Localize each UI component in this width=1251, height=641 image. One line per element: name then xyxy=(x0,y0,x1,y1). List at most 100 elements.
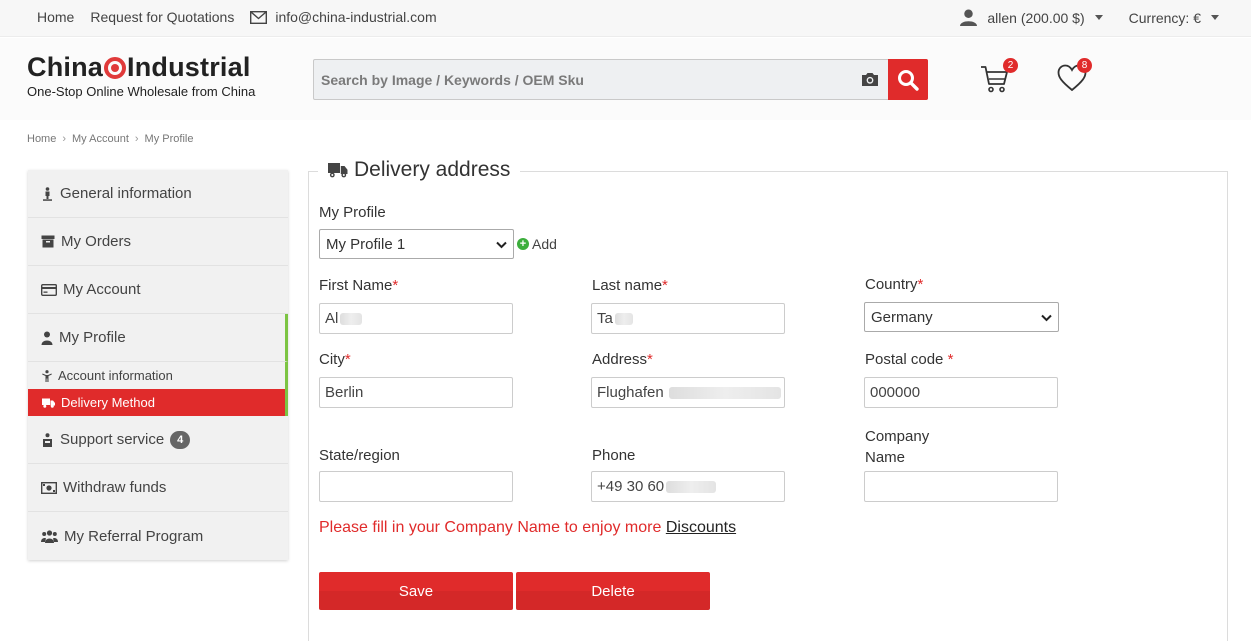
sidebar-item-label: My Profile xyxy=(59,329,126,346)
logo-tagline: One-Stop Online Wholesale from China xyxy=(27,84,256,99)
chevron-right-icon: › xyxy=(134,133,139,145)
city-input[interactable]: Berlin xyxy=(319,377,513,408)
archive-box-icon xyxy=(41,235,55,248)
account-sidebar: General information My Orders My Account… xyxy=(28,170,288,560)
country-select[interactable]: Germany xyxy=(864,302,1059,332)
company-name-label: Company Name xyxy=(865,428,930,466)
cart-button[interactable]: 2 xyxy=(980,58,1018,99)
camera-icon[interactable] xyxy=(861,72,879,87)
postal-code-input[interactable]: 000000 xyxy=(864,377,1058,408)
delivery-address-title: Delivery address xyxy=(354,158,511,181)
banknote-icon xyxy=(41,481,57,494)
search-bar: Search by Image / Keywords / OEM Sku xyxy=(313,59,928,100)
phone-label: Phone xyxy=(592,447,636,464)
breadcrumb-my-account[interactable]: My Account xyxy=(72,133,129,145)
lifebuoy-person-icon xyxy=(43,432,52,447)
header: China Industrial One-Stop Online Wholesa… xyxy=(0,38,1251,120)
sidebar-item-general-information[interactable]: General information xyxy=(28,170,288,218)
person-standing-icon xyxy=(43,186,52,201)
logo-text-left: China xyxy=(27,52,104,82)
breadcrumb-my-profile[interactable]: My Profile xyxy=(145,133,194,145)
discounts-link[interactable]: Discounts xyxy=(666,519,736,536)
phone-input[interactable]: +49 30 60 xyxy=(591,471,785,502)
first-name-input[interactable]: Al xyxy=(319,303,513,334)
sidebar-item-support-service[interactable]: Support service 4 xyxy=(28,416,288,464)
user-icon xyxy=(960,9,978,26)
sidebar-item-my-profile[interactable]: My Profile xyxy=(28,314,288,362)
redacted-text xyxy=(666,480,717,493)
profile-label: My Profile xyxy=(319,204,386,221)
user-menu-label: allen (200.00 $) xyxy=(987,9,1085,26)
add-profile-button[interactable]: + Add xyxy=(517,236,557,252)
country-select-value: Germany xyxy=(871,308,933,326)
person-arms-icon xyxy=(42,369,52,382)
currency-menu[interactable]: Currency: € xyxy=(1129,10,1219,26)
top-email[interactable]: info@china-industrial.com xyxy=(250,9,452,25)
address-label: Address* xyxy=(592,351,653,368)
sidebar-item-my-account[interactable]: My Account xyxy=(28,266,288,314)
redacted-text xyxy=(340,312,363,325)
sidebar-item-label: Support service xyxy=(60,431,165,448)
country-label: Country* xyxy=(865,276,924,293)
address-input[interactable]: Flughafen xyxy=(591,377,785,408)
truck-icon xyxy=(328,163,348,178)
plus-circle-icon: + xyxy=(517,238,529,250)
caret-down-icon xyxy=(1094,15,1103,20)
top-email-text: info@china-industrial.com xyxy=(275,9,437,25)
delete-button[interactable]: Delete xyxy=(516,572,710,610)
truck-icon xyxy=(42,398,55,408)
sidebar-subitem-delivery-method[interactable]: Delivery Method xyxy=(28,389,288,416)
caret-down-icon xyxy=(1211,15,1219,20)
search-input[interactable]: Search by Image / Keywords / OEM Sku xyxy=(321,72,861,88)
top-link-home[interactable]: Home xyxy=(37,9,74,25)
chevron-right-icon: › xyxy=(62,133,67,145)
redacted-text xyxy=(614,312,633,325)
last-name-input[interactable]: Ta xyxy=(591,303,785,334)
chevron-down-icon xyxy=(1041,314,1052,322)
envelope-icon xyxy=(250,10,268,24)
add-profile-label: Add xyxy=(532,236,557,252)
user-icon xyxy=(41,331,53,345)
company-discount-notice: Please fill in your Company Name to enjo… xyxy=(319,519,737,536)
wishlist-button[interactable]: 8 xyxy=(1057,58,1092,97)
redacted-text xyxy=(668,386,781,399)
search-icon xyxy=(898,69,919,91)
sidebar-subitem-account-information[interactable]: Account information xyxy=(28,362,288,389)
search-button[interactable] xyxy=(888,59,928,100)
cart-count-badge: 2 xyxy=(1003,58,1018,73)
sidebar-item-withdraw-funds[interactable]: Withdraw funds xyxy=(28,464,288,512)
top-link-quotations[interactable]: Request for Quotations xyxy=(90,9,234,25)
profile-select[interactable]: My Profile 1 xyxy=(319,229,514,259)
credit-card-icon xyxy=(41,283,57,296)
site-logo[interactable]: China Industrial One-Stop Online Wholesa… xyxy=(27,52,255,99)
sidebar-item-label: Withdraw funds xyxy=(63,479,167,496)
breadcrumb: Home › My Account › My Profile xyxy=(27,133,193,145)
top-bar: Home Request for Quotations info@china-i… xyxy=(0,0,1251,37)
delivery-address-legend: Delivery address xyxy=(318,157,521,183)
logo-text-right: Industrial xyxy=(127,52,251,82)
state-region-input[interactable] xyxy=(319,471,513,502)
company-name-input[interactable] xyxy=(864,471,1058,502)
state-region-label: State/region xyxy=(319,447,400,464)
chevron-down-icon xyxy=(496,241,507,249)
save-button[interactable]: Save xyxy=(319,572,513,610)
breadcrumb-home[interactable]: Home xyxy=(27,133,56,145)
sidebar-item-label: My Referral Program xyxy=(64,527,204,545)
support-count-badge: 4 xyxy=(170,430,191,449)
sidebar-item-label: My Orders xyxy=(61,233,132,250)
city-label: City* xyxy=(319,351,351,368)
sidebar-subitem-label: Delivery Method xyxy=(61,395,155,410)
wishlist-count-badge: 8 xyxy=(1077,58,1092,73)
profile-select-value: My Profile 1 xyxy=(326,235,406,253)
sidebar-item-label: General information xyxy=(60,185,192,202)
user-menu[interactable]: allen (200.00 $) xyxy=(960,9,1103,26)
sidebar-item-my-orders[interactable]: My Orders xyxy=(28,218,288,266)
postal-code-label: Postal code * xyxy=(865,351,954,368)
first-name-label: First Name* xyxy=(319,277,399,294)
sidebar-item-label: My Account xyxy=(63,281,141,298)
last-name-label: Last name* xyxy=(592,277,668,294)
sidebar-subitem-label: Account information xyxy=(58,368,173,383)
currency-label: Currency: € xyxy=(1128,9,1201,26)
logo-ring-icon xyxy=(104,56,127,79)
sidebar-item-referral-program[interactable]: My Referral Program xyxy=(28,512,288,560)
